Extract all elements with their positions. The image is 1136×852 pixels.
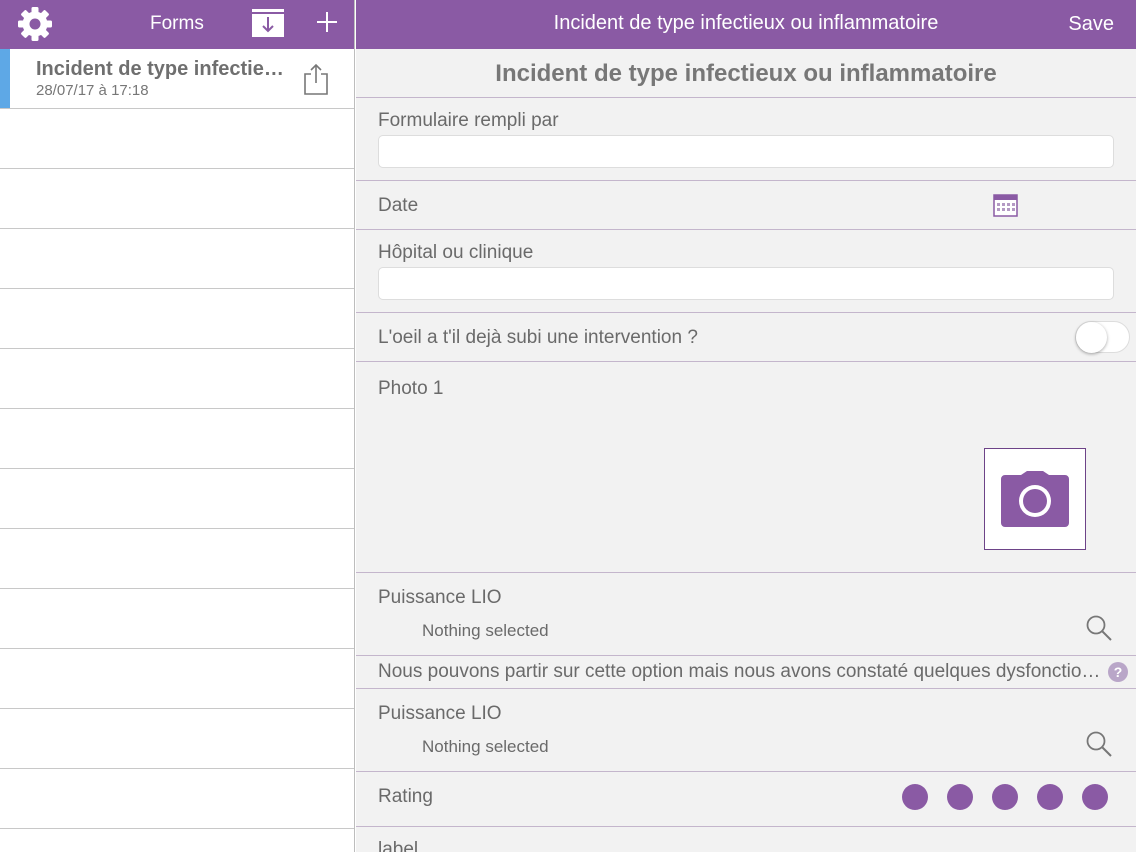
empty-list-row xyxy=(0,469,354,529)
empty-list-row xyxy=(0,229,354,289)
rating-control xyxy=(902,784,1108,810)
rating-dot-1[interactable] xyxy=(902,784,928,810)
info-note: Nous pouvons partir sur cette option mai… xyxy=(356,656,1136,689)
field-label: Formulaire rempli par xyxy=(378,110,559,131)
rating-dot-3[interactable] xyxy=(992,784,1018,810)
field-label: Puissance LIO xyxy=(378,587,502,608)
rating-dot-2[interactable] xyxy=(947,784,973,810)
field-filled-by: Formulaire rempli par xyxy=(356,98,1136,181)
rating-dot-4[interactable] xyxy=(1037,784,1063,810)
empty-list-row xyxy=(0,529,354,589)
detail-toolbar: Incident de type infectieux ou inflammat… xyxy=(356,0,1136,49)
empty-list-row xyxy=(0,589,354,649)
form-item-name: Incident de type infectie… xyxy=(36,58,284,80)
field-label: L'oeil a t'il dejà subi une intervention… xyxy=(378,327,698,348)
field-label: Photo 1 xyxy=(378,378,444,399)
field-label: Date xyxy=(378,195,419,216)
field-hospital: Hôpital ou clinique xyxy=(356,230,1136,313)
field-label: label xyxy=(378,839,419,852)
empty-list-row xyxy=(0,409,354,469)
rating-dot-5[interactable] xyxy=(1082,784,1108,810)
selection-value: Nothing selected xyxy=(422,621,549,640)
sidebar-toolbar: Forms xyxy=(0,0,354,49)
note-text: Nous pouvons partir sur cette option mai… xyxy=(378,661,1101,682)
empty-list-row xyxy=(0,169,354,229)
photo-capture-button[interactable] xyxy=(984,448,1086,550)
calendar-icon[interactable] xyxy=(993,193,1018,218)
field-rating: Rating xyxy=(356,772,1136,827)
field-date[interactable]: Date xyxy=(356,181,1136,230)
toggle-knob xyxy=(1076,322,1107,353)
field-label-partial: label xyxy=(356,827,1136,852)
form-heading-text: Incident de type infectieux ou inflammat… xyxy=(495,60,997,87)
save-button[interactable]: Save xyxy=(1068,13,1114,36)
empty-list-row xyxy=(0,709,354,769)
field-eye-intervention: L'oeil a t'il dejà subi une intervention… xyxy=(356,313,1136,362)
form-heading: Incident de type infectieux ou inflammat… xyxy=(356,49,1136,98)
selection-value: Nothing selected xyxy=(422,737,549,756)
field-puissance-lio-1[interactable]: Puissance LIO Nothing selected xyxy=(356,573,1136,656)
field-label: Puissance LIO xyxy=(378,703,502,724)
form-list-item[interactable]: Incident de type infectie… 28/07/17 à 17… xyxy=(0,49,354,109)
camera-icon xyxy=(1001,471,1069,527)
empty-list-row xyxy=(0,289,354,349)
sidebar-title: Forms xyxy=(150,13,204,34)
detail-title: Incident de type infectieux ou inflammat… xyxy=(553,12,939,34)
form-item-date: 28/07/17 à 17:18 xyxy=(36,82,149,99)
search-icon[interactable] xyxy=(1086,731,1112,757)
share-icon[interactable] xyxy=(303,63,329,95)
intervention-toggle[interactable] xyxy=(1075,321,1130,353)
field-photo: Photo 1 xyxy=(356,362,1136,573)
field-puissance-lio-2[interactable]: Puissance LIO Nothing selected xyxy=(356,689,1136,772)
filled-by-input[interactable] xyxy=(378,135,1114,168)
empty-list-row xyxy=(0,109,354,169)
empty-list-row xyxy=(0,769,354,829)
empty-list-row xyxy=(0,649,354,709)
gear-icon[interactable] xyxy=(16,5,54,43)
forms-sidebar: Forms Incident de type infectie… 28/07/1… xyxy=(0,0,355,852)
hospital-input[interactable] xyxy=(378,267,1114,300)
inbox-download-icon[interactable] xyxy=(251,8,285,38)
field-label: Hôpital ou clinique xyxy=(378,242,534,263)
search-icon[interactable] xyxy=(1086,615,1112,641)
field-label: Rating xyxy=(378,786,433,807)
empty-list-row xyxy=(0,349,354,409)
help-icon[interactable]: ? xyxy=(1108,662,1128,682)
plus-icon[interactable] xyxy=(316,11,338,33)
form-detail: Incident de type infectieux ou inflammat… xyxy=(356,0,1136,852)
